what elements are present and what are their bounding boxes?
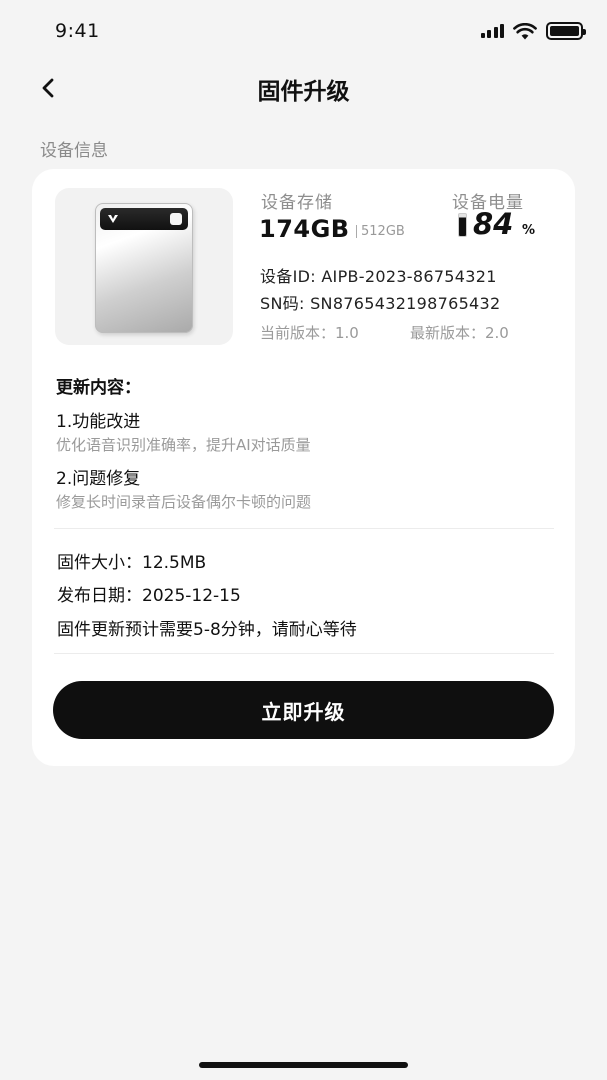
power-value: 84 xyxy=(473,207,514,241)
status-time: 9:41 xyxy=(55,20,100,42)
storage-separator xyxy=(356,225,357,238)
upgrade-now-button[interactable]: 立即升级 xyxy=(53,681,554,739)
device-info-section-label: 设备信息 xyxy=(40,141,108,161)
update-item-desc: 优化语音识别准确率，提升AI对话质量 xyxy=(56,436,311,454)
status-icons xyxy=(480,22,586,40)
storage-used-value: 174GB xyxy=(259,215,350,243)
divider xyxy=(54,653,554,654)
power-unit: % xyxy=(522,223,536,238)
cellular-signal-icon xyxy=(480,24,504,38)
update-item-desc: 修复长时间录音后设备偶尔卡顿的问题 xyxy=(56,493,312,511)
update-item-title: 1.功能改进 xyxy=(56,412,141,432)
current-version: 当前版本：1.0 xyxy=(260,324,359,342)
update-content-title: 更新内容： xyxy=(56,378,141,398)
latest-version: 最新版本：2.0 xyxy=(410,324,509,342)
home-indicator[interactable] xyxy=(199,1062,408,1068)
firmware-card: 设备存储 174GB 512GB 设备电量 84 % 设备ID: AIPB-20… xyxy=(32,169,575,766)
firmware-upgrade-screen: 9:41 固件升级 设备信息 设备存储 174GB 512GB 设备电量 84 … xyxy=(0,0,607,1080)
device-id: 设备ID: AIPB-2023-86754321 xyxy=(260,267,497,286)
firmware-size: 固件大小：12.5MB xyxy=(57,553,207,573)
wifi-icon xyxy=(513,22,537,39)
firmware-duration-note: 固件更新预计需要5-8分钟，请耐心等待 xyxy=(57,620,357,640)
update-item-title: 2.问题修复 xyxy=(56,469,141,489)
storage-total-value: 512GB xyxy=(361,224,405,239)
battery-level-icon xyxy=(458,213,467,237)
page-title: 固件升级 xyxy=(257,79,350,105)
device-illustration xyxy=(95,203,193,333)
device-image xyxy=(55,188,233,345)
battery-icon xyxy=(546,22,586,40)
device-serial: SN码: SN8765432198765432 xyxy=(260,294,501,313)
divider xyxy=(54,528,554,529)
status-bar: 9:41 xyxy=(0,0,607,66)
storage-label: 设备存储 xyxy=(261,193,333,213)
firmware-release-date: 发布日期：2025-12-15 xyxy=(57,586,241,606)
